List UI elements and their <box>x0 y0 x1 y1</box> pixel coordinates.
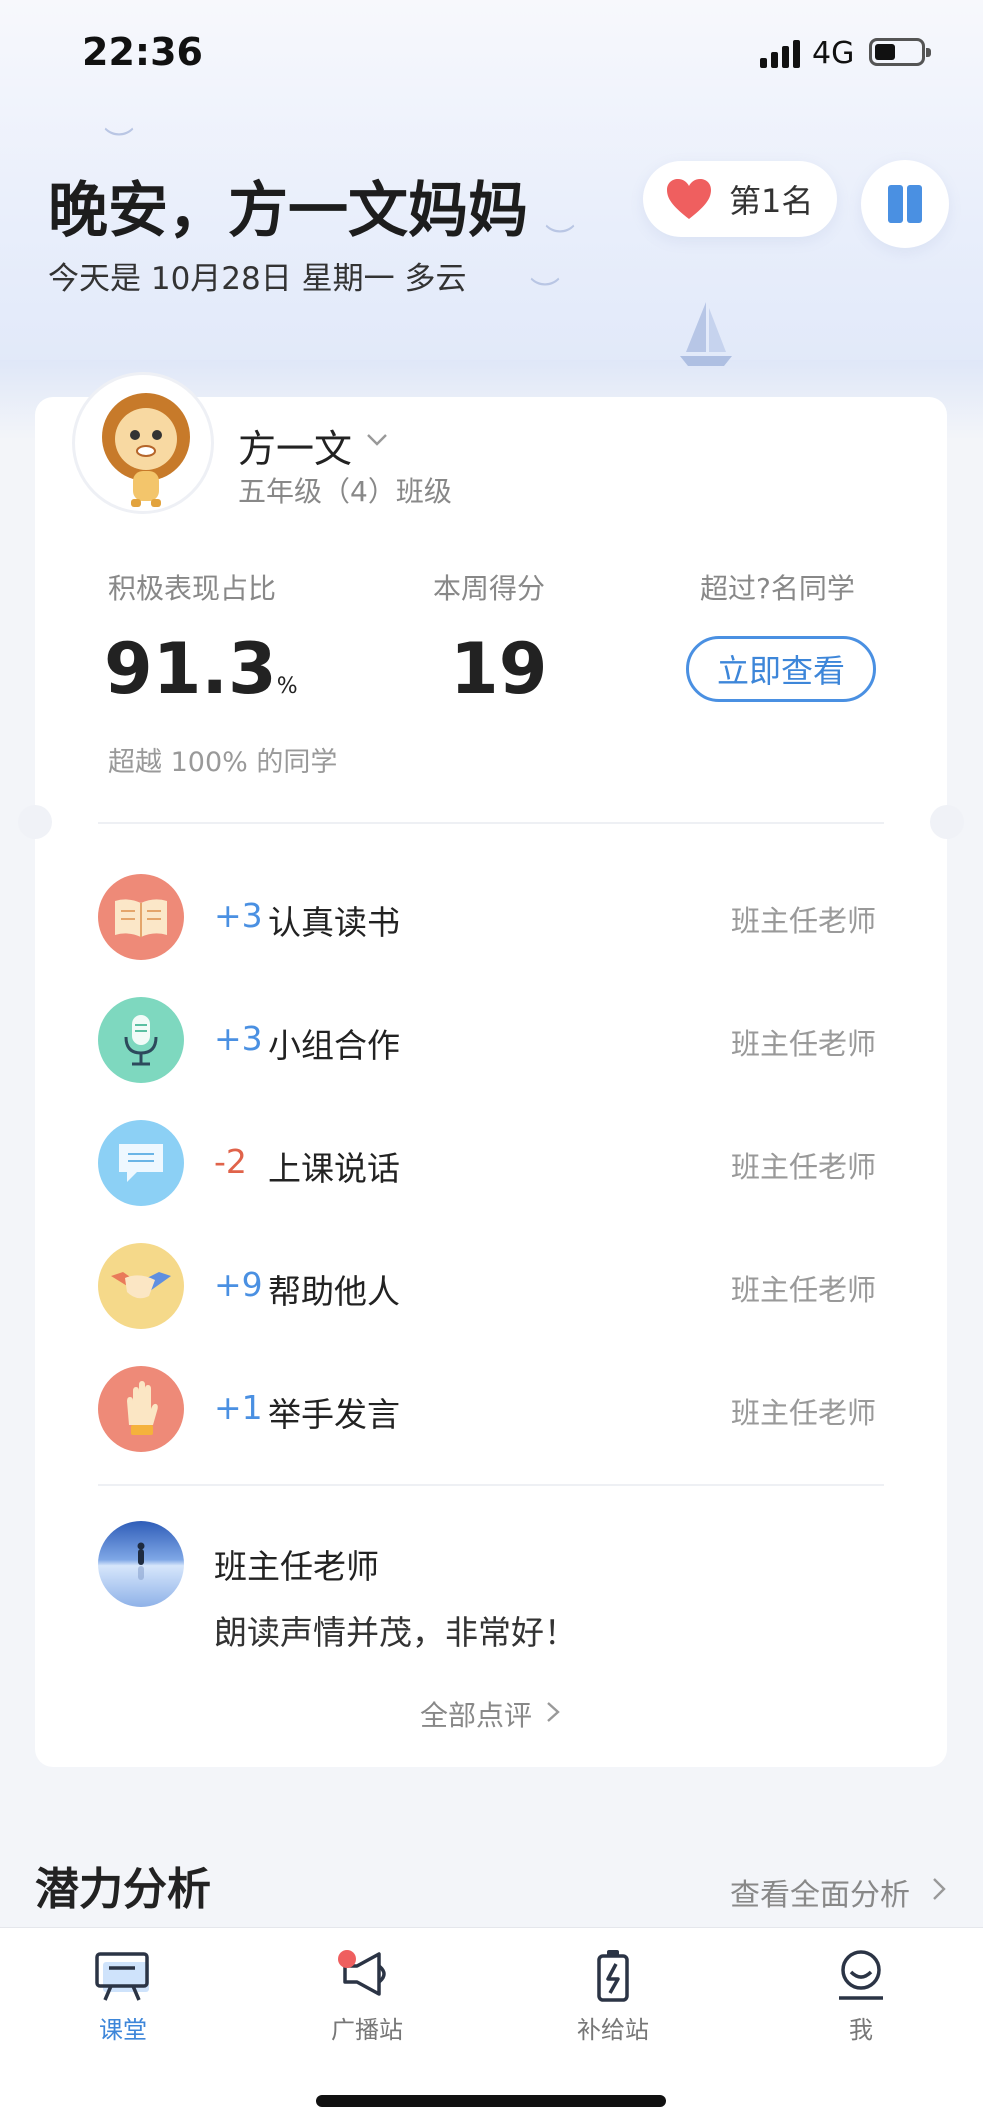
heart-icon <box>667 179 711 219</box>
record-label: 帮助他人 <box>268 1272 400 1311</box>
student-class: 五年级（4）班级 <box>238 475 452 508</box>
tab-label: 课堂 <box>99 2016 147 2044</box>
person-silhouette-icon <box>137 1542 145 1580</box>
profile-icon <box>839 1950 883 2000</box>
raised-hand-icon <box>98 1366 184 1452</box>
record-score: +9 <box>214 1265 263 1304</box>
notification-dot <box>338 1950 356 1968</box>
record-teacher: 班主任老师 <box>730 1273 876 1307</box>
tab-label: 我 <box>849 2016 873 2044</box>
view-now-button[interactable]: 立即查看 <box>686 636 876 702</box>
rank-label: 第1名 <box>729 182 814 220</box>
divider <box>98 1484 884 1486</box>
record-row[interactable]: +3 认真读书 班主任老师 <box>98 874 876 960</box>
record-label: 上课说话 <box>268 1149 400 1188</box>
student-avatar[interactable] <box>72 372 214 514</box>
record-row[interactable]: -2 上课说话 班主任老师 <box>98 1120 876 1206</box>
chevron-right-icon[interactable] <box>930 1876 948 1902</box>
weekly-score-value: 19 <box>450 628 548 710</box>
all-comments-link[interactable]: 全部点评 <box>420 1694 532 1734</box>
record-label: 小组合作 <box>268 1026 400 1065</box>
record-row[interactable]: +3 小组合作 班主任老师 <box>98 997 876 1083</box>
card-notch <box>930 805 964 839</box>
record-score: +3 <box>214 896 263 935</box>
lion-avatar-icon <box>102 393 190 507</box>
chevron-down-icon[interactable] <box>366 428 388 450</box>
record-row[interactable]: +1 举手发言 班主任老师 <box>98 1366 876 1452</box>
record-teacher: 班主任老师 <box>730 904 876 938</box>
record-score: +3 <box>214 1019 263 1058</box>
book-toggle-icon <box>888 185 922 223</box>
record-teacher: 班主任老师 <box>730 1396 876 1430</box>
menu-button[interactable] <box>861 160 949 248</box>
rank-badge[interactable]: 第1名 <box>643 161 837 237</box>
battery-charge-icon <box>597 1950 629 2002</box>
comment-text: 朗读声情并茂，非常好！ <box>214 1613 577 1652</box>
tab-supply[interactable]: 补给站 <box>548 1948 678 2058</box>
record-label: 举手发言 <box>268 1395 400 1434</box>
chat-bubble-icon <box>98 1120 184 1206</box>
greeting-title: 晚安，方一文妈妈 <box>48 176 528 246</box>
home-indicator[interactable] <box>316 2095 666 2107</box>
positive-ratio-value: 91.3% <box>104 628 298 710</box>
exceed-percent-text: 超越 100% 的同学 <box>108 747 338 778</box>
comment-teacher: 班主任老师 <box>214 1547 379 1586</box>
battery-icon <box>869 38 931 66</box>
status-bar: 22:36 4G <box>0 0 983 100</box>
teacher-avatar <box>98 1521 184 1607</box>
potential-analysis-title: 潜力分析 <box>35 1864 211 1915</box>
status-time: 22:36 <box>82 30 203 74</box>
record-teacher: 班主任老师 <box>730 1027 876 1061</box>
percent-unit: % <box>276 674 298 699</box>
chevron-right-icon[interactable] <box>544 1701 562 1723</box>
full-analysis-link[interactable]: 查看全面分析 <box>730 1870 910 1914</box>
date-weather: 今天是 10月28日 星期一 多云 <box>48 261 467 297</box>
record-score: -2 <box>214 1142 247 1181</box>
sailboat-icon <box>680 302 732 366</box>
record-teacher: 班主任老师 <box>730 1150 876 1184</box>
record-score: +1 <box>214 1388 263 1427</box>
network-type: 4G <box>812 36 855 71</box>
exceed-count-label: 超过?名同学 <box>700 572 855 605</box>
tab-label: 补给站 <box>577 2016 649 2044</box>
bird-decoration: ︶ <box>530 276 560 311</box>
bird-decoration: ︶ <box>545 223 575 258</box>
tab-classroom[interactable]: 课堂 <box>58 1948 188 2058</box>
tab-label: 广播站 <box>331 2016 403 2044</box>
signal-icon <box>760 38 802 68</box>
book-icon <box>98 874 184 960</box>
student-name[interactable]: 方一文 <box>238 418 352 473</box>
bird-decoration: ︶ <box>104 126 134 161</box>
weekly-score-label: 本周得分 <box>433 572 546 605</box>
record-row[interactable]: +9 帮助他人 班主任老师 <box>98 1243 876 1329</box>
divider <box>98 822 884 824</box>
handshake-icon <box>98 1243 184 1329</box>
positive-ratio-label: 积极表现占比 <box>108 572 277 605</box>
record-label: 认真读书 <box>268 903 400 942</box>
microphone-icon <box>98 997 184 1083</box>
tab-broadcast[interactable]: 广播站 <box>302 1948 432 2058</box>
classroom-icon <box>95 1952 149 2001</box>
tab-me[interactable]: 我 <box>796 1948 926 2058</box>
card-notch <box>18 805 52 839</box>
